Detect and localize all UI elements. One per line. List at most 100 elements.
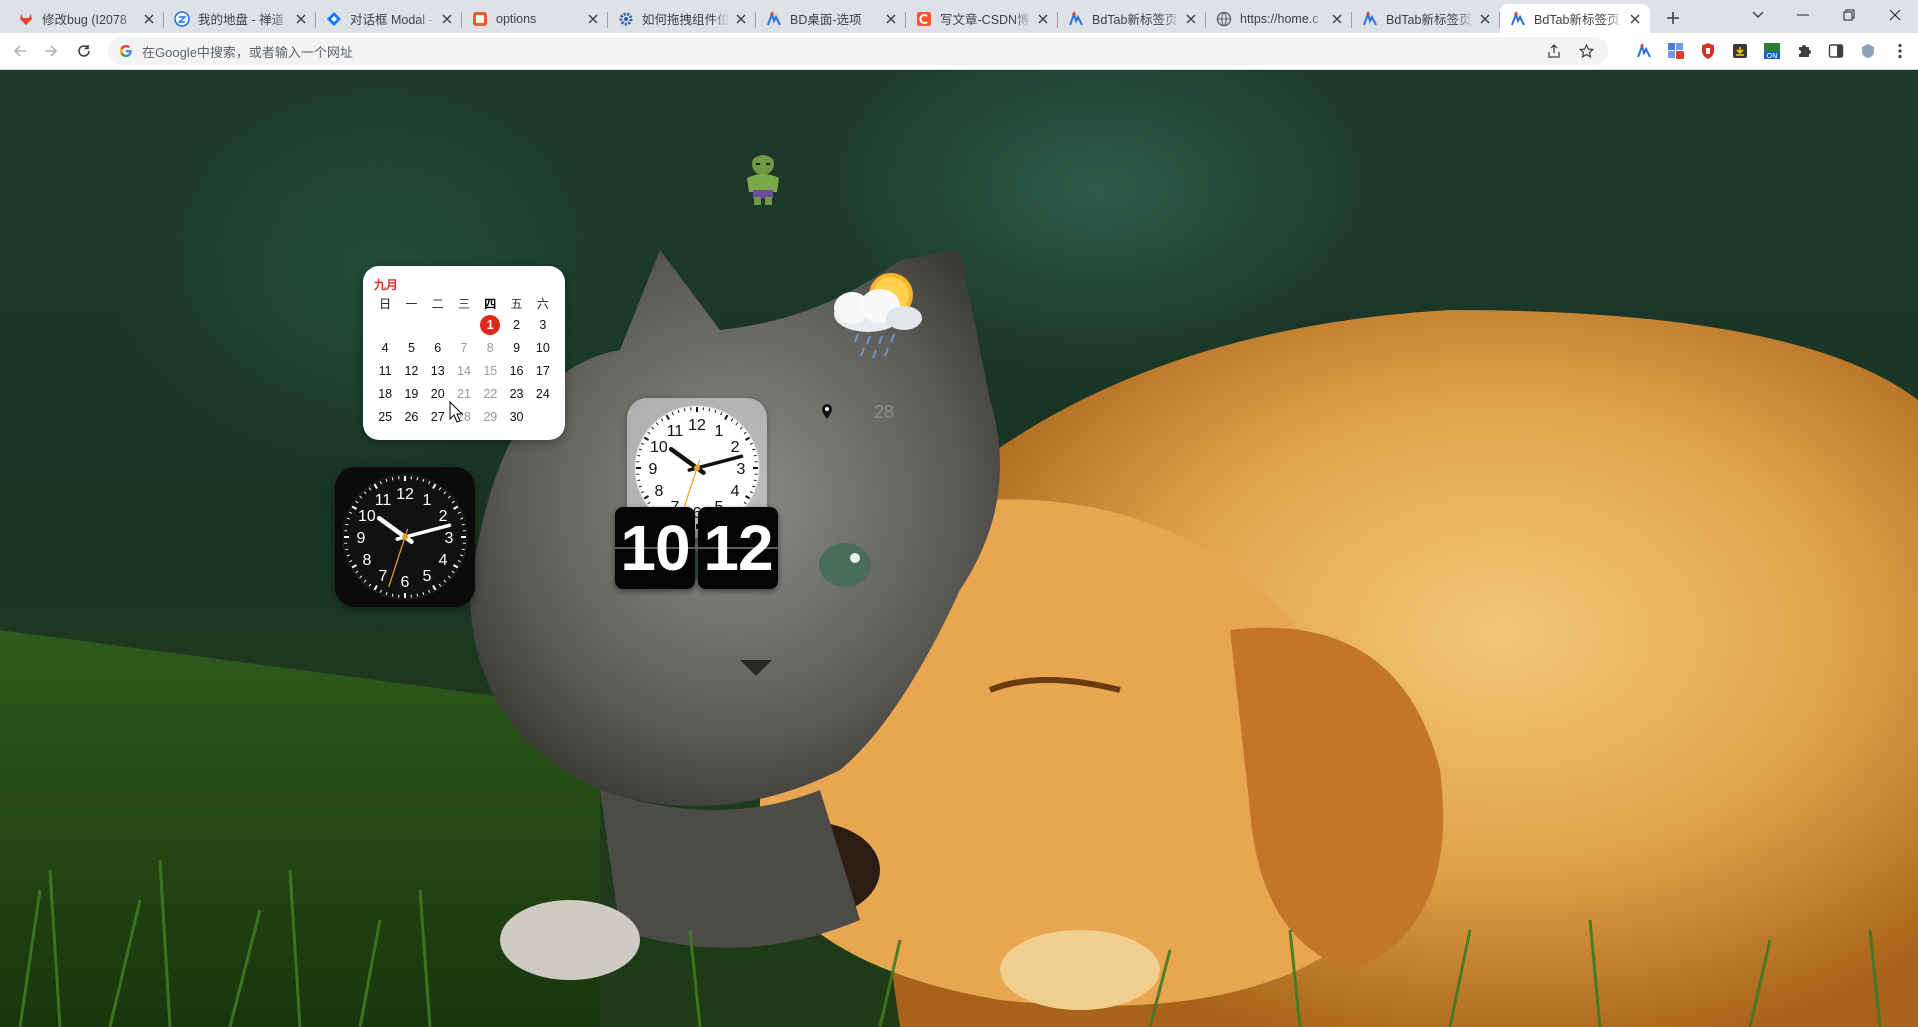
bookmark-button[interactable] <box>1574 39 1598 63</box>
tab-search-button[interactable] <box>1735 0 1781 30</box>
tab-title: BdTab新标签页 <box>1386 13 1472 27</box>
tab-close-button[interactable] <box>882 10 900 28</box>
clock-number: 1 <box>715 423 724 440</box>
tab-close-button[interactable] <box>140 10 158 28</box>
tab-close-button[interactable] <box>292 10 310 28</box>
side-panel-button[interactable] <box>1822 37 1850 65</box>
tab-10[interactable]: BdTab新标签页 <box>1352 4 1500 33</box>
profile-shield-icon <box>1862 44 1874 58</box>
tab-close-button[interactable] <box>1476 10 1494 28</box>
tab-1[interactable]: 修改bug (I2078 <box>8 4 164 33</box>
tab-title: https://home.c <box>1240 11 1319 26</box>
new-tab-button[interactable] <box>1660 5 1686 31</box>
gitlab-icon <box>18 11 34 27</box>
tab-2[interactable]: 我的地盘 - 禅道 <box>164 4 316 33</box>
calendar-day[interactable]: 23 <box>503 382 529 405</box>
address-bar[interactable]: 在Google中搜索，或者输入一个网址 <box>108 37 1608 65</box>
tab-close-button[interactable] <box>1626 10 1644 28</box>
menu-button[interactable] <box>1886 37 1914 65</box>
calendar-day[interactable]: 17 <box>530 359 556 382</box>
tab-close-button[interactable] <box>732 10 750 28</box>
clock-number: 10 <box>358 508 376 525</box>
calendar-widget[interactable]: 九月 日一二三四五六 1 2 3 4 5 6 7 8 9 10 11 12 13 14 15 16 17 18 19 2… <box>363 266 565 440</box>
kebab-menu-icon <box>1898 43 1902 59</box>
clock-number: 4 <box>731 483 740 500</box>
tab-5[interactable]: 如何拖拽组件位 <box>608 4 756 33</box>
calendar-day[interactable]: 14 <box>451 359 477 382</box>
calendar-day[interactable]: 15 <box>477 359 503 382</box>
clock-tick <box>345 548 349 551</box>
calendar-day[interactable]: 3 <box>530 313 556 336</box>
tab-title: BD桌面-选项 <box>790 13 862 27</box>
adblock-extension-button[interactable] <box>1694 37 1722 65</box>
calendar-today[interactable]: 1 <box>477 313 503 336</box>
calendar-day[interactable]: 29 <box>477 405 503 428</box>
close-icon <box>1480 14 1490 23</box>
clock-tick <box>753 479 757 482</box>
flip-clock-minutes: 12 <box>698 507 778 589</box>
close-window-button[interactable] <box>1872 0 1918 30</box>
tab-close-button[interactable] <box>584 10 602 28</box>
clock-number: 4 <box>439 552 448 569</box>
close-icon <box>442 14 452 23</box>
analog-clock-dark[interactable]: 1 2 3 4 5 6 7 8 9 10 11 12 <box>335 467 475 607</box>
calendar-day[interactable]: 30 <box>503 405 529 428</box>
calendar-day[interactable]: 25 <box>372 405 398 428</box>
calendar-day[interactable]: 16 <box>503 359 529 382</box>
close-icon <box>296 14 306 23</box>
calendar-day[interactable]: 5 <box>398 336 424 359</box>
calendar-day[interactable]: 18 <box>372 382 398 405</box>
on-extension-button[interactable]: ON <box>1758 37 1786 65</box>
extensions-button[interactable] <box>1790 37 1818 65</box>
new-tab-desktop: 28 九月 日一二三四五六 1 2 3 4 5 6 7 8 9 10 11 12 13 14 15 16 17 18… <box>0 70 1918 1027</box>
calendar-day[interactable]: 27 <box>425 405 451 428</box>
bdtab-extension-button[interactable] <box>1630 37 1658 65</box>
tab-4[interactable]: options <box>462 4 608 33</box>
restore-button[interactable] <box>1826 0 1872 30</box>
tab-3[interactable]: 对话框 Modal - A <box>316 4 462 33</box>
tab-close-button[interactable] <box>1034 10 1052 28</box>
clock-tick <box>391 477 394 481</box>
calendar-day[interactable]: 6 <box>425 336 451 359</box>
calendar-day[interactable]: 13 <box>425 359 451 382</box>
hulk-pet-sprite[interactable] <box>741 150 785 206</box>
calendar-day[interactable]: 26 <box>398 405 424 428</box>
tab-7[interactable]: 写文章-CSDN博 <box>906 4 1058 33</box>
tab-title: BdTab新标签页 <box>1534 13 1620 27</box>
calendar-day[interactable]: 19 <box>398 382 424 405</box>
calendar-day[interactable]: 7 <box>451 336 477 359</box>
calendar-day[interactable]: 11 <box>372 359 398 382</box>
minimize-button[interactable] <box>1780 0 1826 30</box>
tab-close-button[interactable] <box>438 10 456 28</box>
tab-9[interactable]: https://home.c <box>1206 4 1352 33</box>
calendar-day[interactable]: 22 <box>477 382 503 405</box>
zentao-icon <box>174 10 190 27</box>
antd-icon <box>326 11 342 27</box>
clock-tick <box>416 477 419 481</box>
wallpaper-kitten-puppy <box>0 250 1918 1027</box>
back-button[interactable] <box>6 37 34 65</box>
tab-6[interactable]: BD桌面-选项 <box>756 4 906 33</box>
share-button[interactable] <box>1542 39 1566 63</box>
grid-extension-button[interactable] <box>1662 37 1690 65</box>
tab-11[interactable]: BdTab新标签页 <box>1500 4 1650 33</box>
reload-button[interactable] <box>70 37 98 65</box>
calendar-day[interactable]: 20 <box>425 382 451 405</box>
calendar-day[interactable]: 8 <box>477 336 503 359</box>
tab-close-button[interactable] <box>1328 10 1346 28</box>
calendar-day[interactable]: 4 <box>372 336 398 359</box>
forward-button[interactable] <box>37 37 65 65</box>
tab-8[interactable]: BdTab新标签页 <box>1058 4 1206 33</box>
calendar-day[interactable]: 24 <box>530 382 556 405</box>
download-extension-button[interactable] <box>1726 37 1754 65</box>
tab-close-button[interactable] <box>1182 10 1200 28</box>
side-panel-icon <box>1828 44 1844 58</box>
calendar-day[interactable]: 2 <box>503 313 529 336</box>
flip-clock-widget[interactable]: 10 12 <box>615 507 778 589</box>
calendar-day[interactable]: 12 <box>398 359 424 382</box>
calendar-day[interactable]: 10 <box>530 336 556 359</box>
calendar-day[interactable]: 9 <box>503 336 529 359</box>
calendar-grid: 日一二三四五六 1 2 3 4 5 6 7 8 9 10 11 12 13 14 15 16 17 18 19 20 21… <box>372 294 556 428</box>
profile-button[interactable] <box>1854 37 1882 65</box>
weather-widget[interactable]: 28 <box>818 250 940 422</box>
